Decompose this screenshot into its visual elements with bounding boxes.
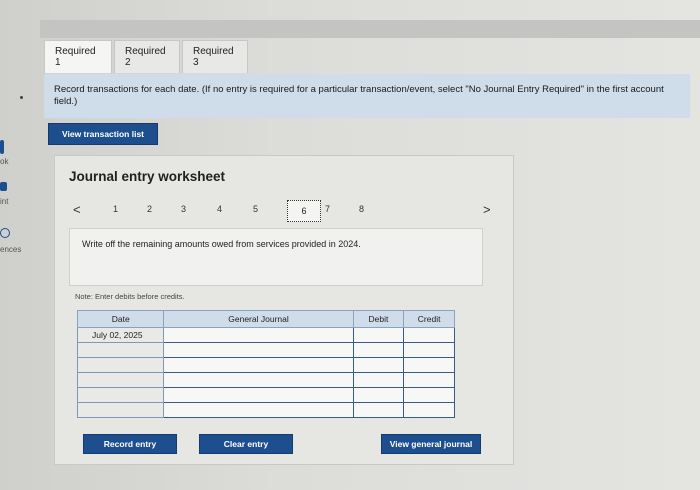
- date-cell: [76, 342, 165, 358]
- references-icon[interactable]: [0, 228, 10, 238]
- page-7[interactable]: 7: [325, 204, 330, 214]
- credit-input[interactable]: [403, 357, 455, 373]
- page-3[interactable]: 3: [181, 204, 186, 214]
- debit-input[interactable]: [352, 342, 405, 358]
- credit-input[interactable]: [403, 372, 455, 388]
- header-general-journal: General Journal: [163, 310, 354, 328]
- tab-required-3[interactable]: Required 3: [182, 40, 248, 73]
- date-cell: [76, 372, 165, 388]
- entry-pager: < 1 2 3 4 5 6 7 8 >: [69, 200, 499, 222]
- view-transaction-list-button[interactable]: View transaction list: [48, 123, 158, 145]
- book-icon[interactable]: [0, 140, 4, 154]
- transaction-description: Write off the remaining amounts owed fro…: [82, 239, 361, 249]
- debit-input[interactable]: [352, 357, 405, 373]
- prev-arrow-icon[interactable]: <: [73, 202, 81, 217]
- table-row: [76, 372, 455, 388]
- account-input[interactable]: [163, 357, 354, 373]
- credit-input[interactable]: [403, 402, 455, 418]
- page-1[interactable]: 1: [113, 204, 118, 214]
- view-general-journal-button[interactable]: View general journal: [381, 434, 481, 454]
- date-cell: [76, 387, 165, 403]
- account-input[interactable]: [163, 372, 354, 388]
- rail-label-3: ences: [0, 245, 22, 254]
- debit-input[interactable]: [352, 387, 405, 403]
- account-input[interactable]: [163, 387, 354, 403]
- table-row: [76, 342, 455, 358]
- table-row: [76, 402, 455, 418]
- credit-input[interactable]: [403, 342, 455, 358]
- worksheet-title: Journal entry worksheet: [69, 169, 226, 184]
- journal-table: Date General Journal Debit Credit July 0…: [76, 310, 455, 418]
- tab-required-2[interactable]: Required 2: [114, 40, 180, 73]
- header-debit: Debit: [352, 310, 405, 328]
- debit-input[interactable]: [352, 372, 405, 388]
- rail-label-2: int: [0, 197, 9, 206]
- date-cell: [76, 402, 165, 418]
- bullet-dot: [20, 96, 23, 99]
- debit-input[interactable]: [352, 327, 405, 343]
- debit-input[interactable]: [352, 402, 405, 418]
- next-arrow-icon[interactable]: >: [483, 202, 491, 217]
- credit-input[interactable]: [403, 387, 455, 403]
- note-text: Note: Enter debits before credits.: [75, 292, 185, 301]
- date-cell[interactable]: July 02, 2025: [76, 327, 165, 343]
- table-row: July 02, 2025: [76, 327, 455, 343]
- page-4[interactable]: 4: [217, 204, 222, 214]
- clear-entry-button[interactable]: Clear entry: [199, 434, 293, 454]
- account-input[interactable]: [163, 402, 354, 418]
- account-input[interactable]: [163, 327, 354, 343]
- transaction-description-box: Write off the remaining amounts owed fro…: [69, 228, 483, 286]
- top-bar: [40, 20, 700, 38]
- table-row: [76, 387, 455, 403]
- page-8[interactable]: 8: [359, 204, 364, 214]
- page-2[interactable]: 2: [147, 204, 152, 214]
- rail-label-1: ok: [0, 157, 9, 166]
- left-rail: ok int ences: [0, 130, 30, 270]
- journal-entry-worksheet: Journal entry worksheet < 1 2 3 4 5 6 7 …: [54, 155, 514, 465]
- account-input[interactable]: [163, 342, 354, 358]
- table-row: [76, 357, 455, 373]
- record-entry-button[interactable]: Record entry: [83, 434, 177, 454]
- date-cell: [76, 357, 165, 373]
- tab-bar: Required 1 Required 2 Required 3: [44, 40, 250, 74]
- instruction-text: Record transactions for each date. (If n…: [54, 84, 664, 107]
- page-6-active[interactable]: 6: [287, 200, 321, 222]
- print-icon[interactable]: [0, 182, 7, 191]
- page-5[interactable]: 5: [253, 204, 258, 214]
- header-credit: Credit: [403, 310, 455, 328]
- tab-required-1[interactable]: Required 1: [44, 40, 112, 73]
- header-date: Date: [76, 310, 165, 328]
- credit-input[interactable]: [403, 327, 455, 343]
- instruction-box: Record transactions for each date. (If n…: [44, 74, 690, 118]
